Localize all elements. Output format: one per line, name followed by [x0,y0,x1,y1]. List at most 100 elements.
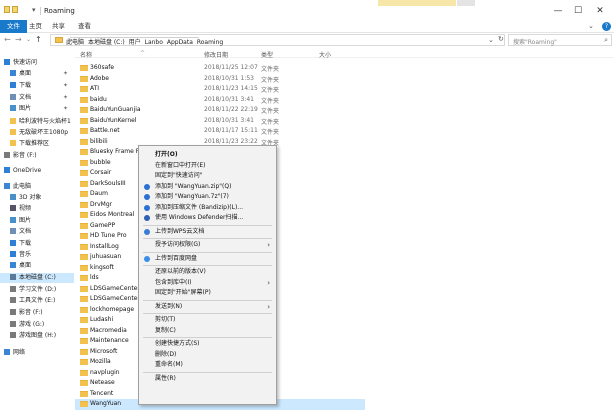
sidebar-item[interactable]: 无敌破坏王1080p [0,128,74,138]
folder-icon [80,306,88,313]
table-row[interactable]: ATI 2018/11/23 14:15 文件夹 [75,84,365,95]
breadcrumb-appdata[interactable]: AppData [167,39,193,46]
new-folder-icon[interactable] [12,6,18,13]
sidebar-item[interactable]: 图片 ✦ [0,104,74,114]
context-menu-item[interactable]: 发送到(N) › [139,302,276,312]
sidebar-item[interactable]: 工具文件 (E:) [0,296,74,306]
sidebar-item-label: 音乐 [19,251,32,258]
context-menu-item[interactable]: 上传到WPS云文档 [139,227,276,237]
folder-icon [80,107,88,113]
sidebar-item[interactable]: 学习文件 (D:) [0,285,74,295]
sidebar-item[interactable]: 文档 [0,227,74,237]
desktop-icon [10,70,16,76]
ribbon-expand-icon[interactable]: ⌄ [588,22,594,30]
folder-icon [80,212,88,218]
sidebar-item[interactable]: 音乐 [0,250,74,260]
properties-icon[interactable] [4,6,10,13]
folder-icon [80,338,88,344]
context-menu-item[interactable]: 使用 Windows Defender扫描... [139,213,276,223]
context-menu-item[interactable]: 添加到压缩文件 (Bandizip)(L)... [139,203,276,213]
sidebar-item[interactable]: 本地磁盘 (C:) [0,273,74,283]
file-type: 文件夹 [261,66,280,73]
column-header-date[interactable]: 修改日期 [204,50,228,59]
context-menu-item[interactable]: 固定到"快速访问" [139,171,276,181]
breadcrumb-drive-c[interactable]: 本地磁盘 (C:) [88,39,125,46]
sidebar-item[interactable]: 影音 (F:) [0,308,74,318]
context-menu-item[interactable]: 还原以前的版本(V) [139,267,276,277]
context-menu-item[interactable]: 打开(O) [139,150,276,160]
file-name: LDSGameCenterS [90,295,144,302]
search-input[interactable]: 搜索"Roaming" ⌕ [508,34,612,46]
context-menu-item[interactable]: 授予访问权限(G) › [139,240,276,250]
breadcrumb-this-pc[interactable]: 此电脑 [66,39,84,46]
sidebar-item[interactable]: 快速访问 [0,58,74,68]
breadcrumb[interactable]: › 此电脑 › 本地磁盘 (C:) › 用户 › Lanbo › AppData › Ro… [50,34,505,46]
context-menu-item[interactable]: 包含到库中(I) › [139,278,276,288]
video-icon [10,205,16,211]
network-icon [4,349,10,355]
sidebar-item[interactable]: 下载 [0,239,74,249]
sidebar-item[interactable]: 下载推荐区 [0,139,74,149]
sidebar-item-label: 影音 (F:) [13,152,37,159]
sidebar-item[interactable]: 游戏 (G:) [0,320,74,330]
tab-highlight-2 [457,0,475,6]
context-menu-item[interactable]: 固定到"开始"屏幕(P) [139,288,276,298]
folder-icon [80,201,88,208]
column-header-type[interactable]: 类型 [261,50,273,59]
sidebar-item[interactable]: 文档 ✦ [0,93,74,103]
breadcrumb-roaming[interactable]: Roaming [197,39,223,46]
context-menu-item[interactable]: 复制(C) [139,326,276,336]
quick-access-toolbar[interactable] [4,6,28,15]
drive-icon [10,321,16,327]
navigation-pane[interactable]: 快速访问 桌面 ✦ 下载 ✦ 文档 ✦ 图片 ✦ 哈利波特与火焰杯1 无敌破坏王1080p 下载推荐区… [0,48,74,410]
context-menu-item[interactable]: 属性(R) [139,374,276,384]
sidebar-item[interactable]: 影音 (F:) [0,151,74,161]
table-row[interactable]: 360safe 2018/11/25 12:07 文件夹 [75,63,365,74]
defender-icon [144,215,150,221]
context-menu-item[interactable]: 添加到 "WangYuan.7z"(7) [139,192,276,202]
context-menu-item[interactable]: 在新窗口中打开(E) [139,161,276,171]
sidebar-item[interactable]: 3D 对象 [0,193,74,203]
table-row[interactable]: BaiduYunGuanjia 2018/11/22 22:19 文件夹 [75,105,365,116]
breadcrumb-users[interactable]: 用户 [129,39,141,46]
sidebar-item[interactable]: 下载 ✦ [0,81,74,91]
folder-icon [80,191,88,197]
recent-locations-icon[interactable]: ⌄ [26,36,31,43]
refresh-icon[interactable]: ↻ [498,35,504,43]
sidebar-item-label: 游戏图盘 (H:) [19,332,57,339]
sidebar-item[interactable]: 游戏图盘 (H:) [0,331,74,341]
table-row[interactable]: baidu 2018/10/31 3:41 文件夹 [75,95,365,106]
sidebar-item[interactable]: 网络 [0,348,74,358]
address-dropdown-icon[interactable]: ⌄ [488,36,494,44]
sidebar-item[interactable]: OneDrive [0,166,74,176]
context-menu-item[interactable]: 重命名(M) [139,360,276,370]
table-row[interactable]: Adobe 2018/10/31 1:53 文件夹 [75,74,365,85]
up-arrow-icon[interactable]: ↑ [35,35,42,44]
help-icon[interactable]: ? [602,22,611,31]
close-button[interactable]: ✕ [590,5,610,17]
sidebar-item[interactable]: 图片 [0,216,74,226]
context-menu-item[interactable]: 创建快捷方式(S) [139,339,276,349]
breadcrumb-lanbo[interactable]: Lanbo [145,39,163,46]
context-menu-item[interactable]: 剪切(T) [139,315,276,325]
sidebar-item[interactable]: 哈利波特与火焰杯1 [0,117,74,127]
column-header-size[interactable]: 大小 [319,50,331,59]
sidebar-item-label: 3D 对象 [19,194,42,201]
context-menu-item[interactable]: 删除(D) [139,350,276,360]
sidebar-item[interactable]: 视频 [0,204,74,214]
tab-share[interactable]: 共享 [45,20,72,33]
sidebar-item[interactable]: 此电脑 [0,182,74,192]
forward-arrow-icon[interactable]: → [15,35,22,44]
table-row[interactable]: BaiduYunKernel 2018/10/31 3:41 文件夹 [75,116,365,127]
minimize-button[interactable]: — [548,5,568,17]
tab-view[interactable]: 查看 [71,20,98,33]
table-row[interactable]: Battle.net 2018/11/17 15:11 文件夹 [75,126,365,137]
context-menu-item[interactable]: 上传到百度网盘 [139,254,276,264]
back-arrow-icon[interactable]: ← [4,35,11,44]
sidebar-item[interactable]: 桌面 ✦ [0,69,74,79]
quick-access-dropdown-icon[interactable]: ▾ [32,6,36,14]
context-menu-item[interactable]: 添加到 "WangYuan.zip"(Q) [139,182,276,192]
column-header-name[interactable]: 名称 [80,50,92,59]
maximize-button[interactable]: ☐ [568,5,588,17]
sidebar-item[interactable]: 桌面 [0,261,74,271]
